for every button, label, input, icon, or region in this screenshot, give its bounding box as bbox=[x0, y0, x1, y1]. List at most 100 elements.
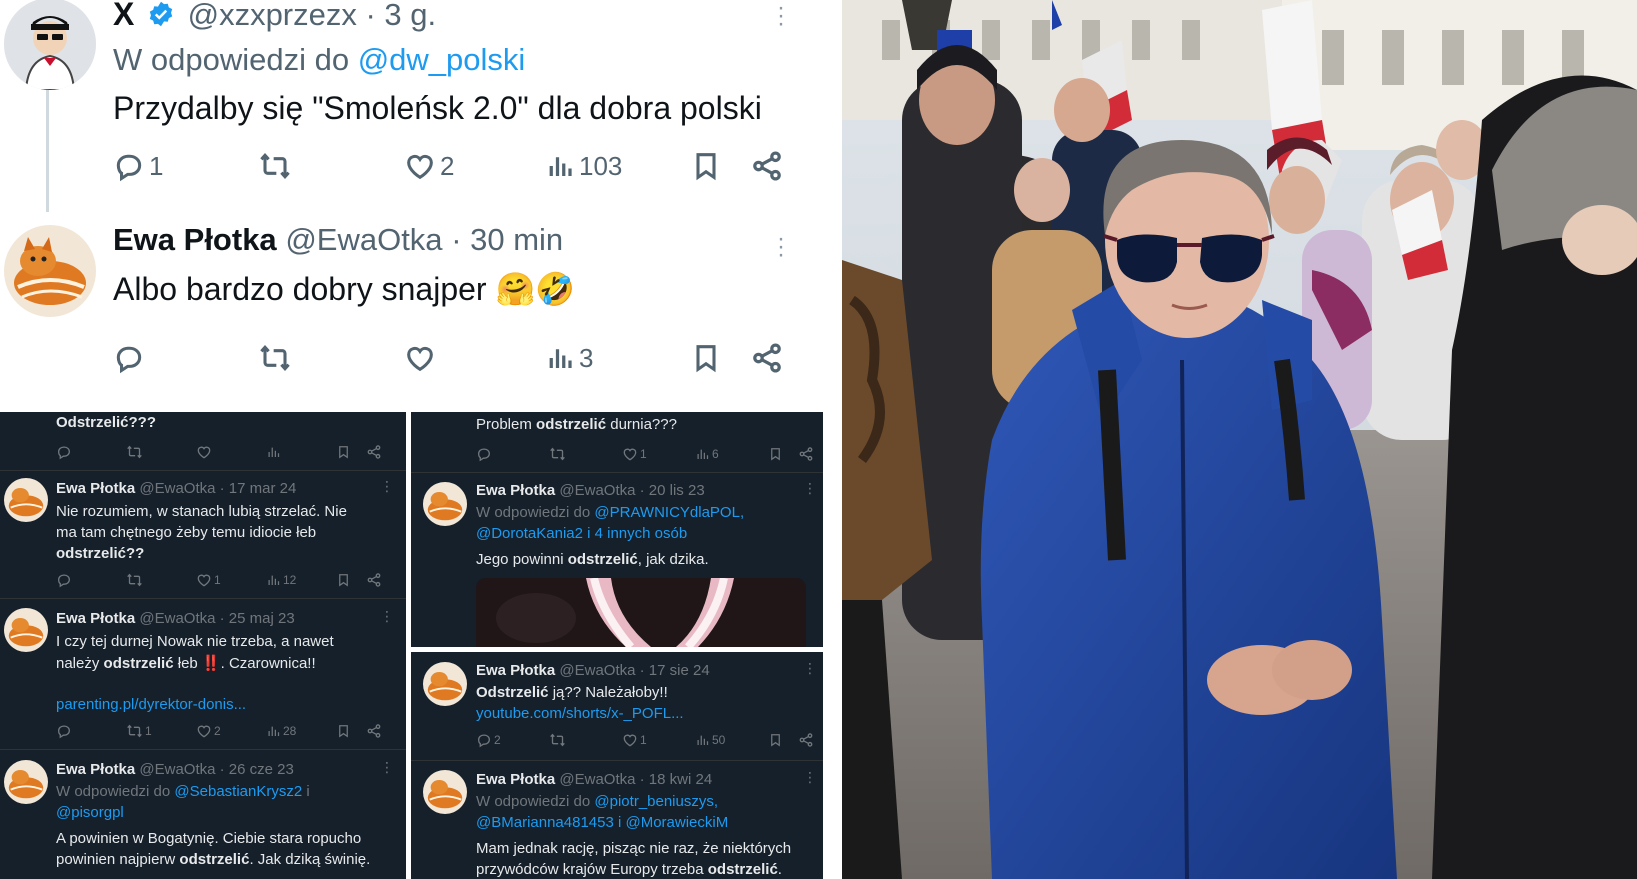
like-button[interactable]: 1 bbox=[622, 446, 695, 462]
more-icon[interactable]: ⋮ bbox=[803, 480, 817, 497]
avatar[interactable] bbox=[4, 225, 96, 317]
views-button[interactable]: 103 bbox=[545, 146, 622, 186]
heart-icon bbox=[623, 734, 637, 747]
reply-button[interactable] bbox=[56, 572, 126, 588]
bookmark-button[interactable] bbox=[336, 572, 366, 588]
views-button[interactable]: 12 bbox=[266, 572, 336, 588]
tweet-handle[interactable]: @xzxprzezx bbox=[188, 0, 357, 32]
more-icon[interactable]: ⋮ bbox=[380, 759, 394, 776]
bookmark-button[interactable] bbox=[690, 146, 722, 186]
like-button[interactable]: 1 bbox=[622, 732, 695, 748]
share-button[interactable] bbox=[798, 732, 814, 748]
more-icon[interactable]: ⋮ bbox=[380, 608, 394, 625]
views-icon bbox=[268, 575, 280, 585]
views-icon bbox=[268, 726, 280, 736]
share-button[interactable] bbox=[798, 446, 814, 462]
avatar[interactable] bbox=[4, 608, 48, 652]
like-button[interactable]: 2 bbox=[196, 723, 266, 739]
views-count: 3 bbox=[579, 342, 594, 373]
tweet-author-name[interactable]: Ewa Płotka bbox=[476, 662, 555, 679]
divider bbox=[411, 760, 823, 761]
share-button[interactable] bbox=[366, 723, 382, 739]
tweet-author-name[interactable]: Ewa Płotka bbox=[476, 771, 555, 788]
tweet-meta: @EwaOtka · 25 maj 23 bbox=[139, 610, 295, 627]
tweet-link[interactable]: parenting.pl/dyrektor-donis... bbox=[56, 696, 246, 713]
bookmark-button[interactable] bbox=[336, 444, 366, 460]
tweet-author-name[interactable]: Ewa Płotka bbox=[56, 480, 135, 497]
like-count: 2 bbox=[440, 150, 455, 181]
share-button[interactable] bbox=[366, 444, 382, 460]
like-button[interactable] bbox=[196, 444, 266, 460]
views-button[interactable]: 28 bbox=[266, 723, 336, 739]
tweet-header: Ewa Płotka @EwaOtka · 26 cze 23 bbox=[56, 761, 294, 778]
like-button[interactable]: 1 bbox=[196, 572, 266, 588]
tweet-author-name[interactable]: Ewa Płotka bbox=[476, 482, 555, 499]
tweet-actions: 1 2 28 bbox=[56, 723, 382, 739]
retweet-icon bbox=[127, 445, 142, 459]
bookmark-button[interactable] bbox=[768, 446, 798, 462]
reply-to-mention[interactable]: @dw_polski bbox=[358, 42, 526, 77]
tweet-text-line: A powinien w Bogatynię. Ciebie stara rop… bbox=[56, 830, 362, 847]
avatar[interactable] bbox=[4, 478, 48, 522]
avatar[interactable] bbox=[4, 0, 96, 90]
reply-button[interactable] bbox=[476, 446, 549, 462]
more-icon[interactable]: ⋮ bbox=[803, 660, 817, 677]
retweet-icon bbox=[260, 153, 290, 179]
views-count: 28 bbox=[283, 724, 297, 738]
tweet-actions: 2 1 50 bbox=[476, 732, 814, 748]
tweet-meta: @EwaOtka · 17 mar 24 bbox=[139, 480, 297, 497]
embedded-video-thumbnail[interactable] bbox=[476, 578, 806, 647]
tweet-time[interactable]: · 30 min bbox=[451, 222, 563, 257]
avatar[interactable] bbox=[4, 760, 48, 804]
share-button[interactable] bbox=[366, 572, 382, 588]
reply-button[interactable]: 2 bbox=[476, 732, 549, 748]
tweet-header: Ewa Płotka @EwaOtka · 17 sie 24 bbox=[476, 662, 710, 679]
tweet-handle[interactable]: @EwaOtka bbox=[285, 222, 442, 257]
retweet-button[interactable] bbox=[258, 338, 292, 378]
tweet-link[interactable]: youtube.com/shorts/x-_POFL... bbox=[476, 705, 684, 722]
tweet-text-line: odstrzelić?? bbox=[56, 545, 145, 562]
like-button[interactable] bbox=[404, 338, 436, 378]
more-icon[interactable]: ⋮ bbox=[803, 769, 817, 786]
share-icon bbox=[367, 724, 381, 738]
retweet-button[interactable] bbox=[126, 572, 196, 588]
bookmark-button[interactable] bbox=[768, 732, 798, 748]
views-button[interactable]: 6 bbox=[695, 446, 768, 462]
avatar[interactable] bbox=[423, 662, 467, 706]
retweet-icon bbox=[260, 345, 290, 371]
x-mark[interactable]: X bbox=[113, 0, 134, 32]
more-icon[interactable]: · · · bbox=[777, 227, 785, 267]
share-button[interactable] bbox=[750, 338, 784, 378]
more-icon[interactable]: · · · bbox=[777, 0, 785, 36]
reply-button[interactable] bbox=[56, 444, 126, 460]
more-icon[interactable]: ⋮ bbox=[380, 478, 394, 495]
tweet-header: Ewa Płotka @EwaOtka · 30 min bbox=[113, 222, 563, 258]
protest-photo bbox=[842, 0, 1637, 879]
reply-button[interactable] bbox=[56, 723, 126, 739]
avatar[interactable] bbox=[423, 770, 467, 814]
tweet-time[interactable]: · 3 g. bbox=[366, 0, 437, 32]
tweet-meta: @EwaOtka · 26 cze 23 bbox=[139, 761, 294, 778]
share-button[interactable] bbox=[750, 146, 784, 186]
bookmark-button[interactable] bbox=[690, 338, 722, 378]
tweet-author-name[interactable]: Ewa Płotka bbox=[56, 610, 135, 627]
like-button[interactable]: 2 bbox=[404, 146, 454, 186]
views-button[interactable] bbox=[266, 444, 336, 460]
bookmark-button[interactable] bbox=[336, 723, 366, 739]
retweet-button[interactable]: 1 bbox=[126, 723, 196, 739]
views-button[interactable]: 3 bbox=[545, 338, 593, 378]
retweet-button[interactable] bbox=[126, 444, 196, 460]
reply-to-line: W odpowiedzi do @PRAWNICYdlaPOL, bbox=[476, 504, 745, 521]
retweet-button[interactable] bbox=[549, 732, 622, 748]
avatar[interactable] bbox=[423, 482, 467, 526]
retweet-button[interactable] bbox=[258, 146, 292, 186]
tweet-text-body: Albo bardzo dobry snajper bbox=[113, 271, 487, 307]
tweet-author-name[interactable]: Ewa Płotka bbox=[113, 222, 277, 257]
retweet-button[interactable] bbox=[549, 446, 622, 462]
tweet-author-name[interactable]: Ewa Płotka bbox=[56, 761, 135, 778]
views-button[interactable]: 50 bbox=[695, 732, 768, 748]
views-icon bbox=[697, 449, 709, 459]
reply-button[interactable] bbox=[113, 338, 145, 378]
bookmark-icon bbox=[696, 345, 716, 373]
reply-button[interactable]: 1 bbox=[113, 146, 163, 186]
